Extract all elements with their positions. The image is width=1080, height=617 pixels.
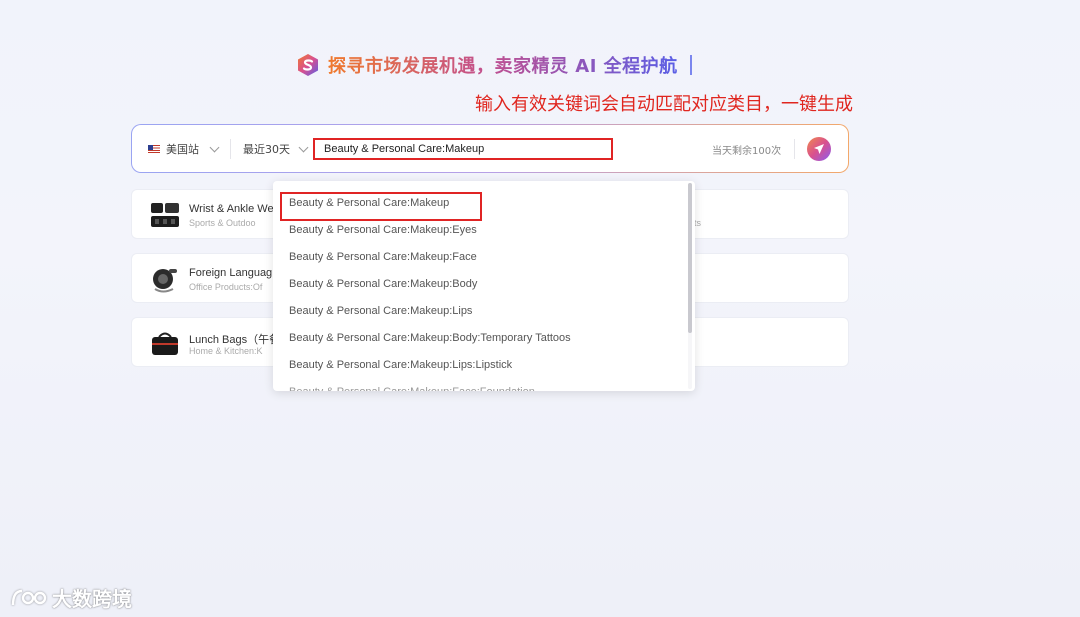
suggestion-item[interactable]: Beauty & Personal Care:Makeup:Eyes bbox=[273, 217, 683, 244]
text-cursor bbox=[689, 55, 692, 75]
hero-header: 探寻市场发展机遇，卖家精灵 AI 全程护航 bbox=[296, 50, 692, 80]
site-select[interactable]: 美国站 bbox=[148, 141, 220, 157]
card-category: Sports & Outdoo bbox=[189, 218, 256, 228]
dropdown-scrollbar-thumb[interactable] bbox=[688, 183, 692, 333]
watermark-text: 大数跨境 bbox=[52, 587, 132, 611]
annotation-text: 输入有效关键词会自动匹配对应类目，一键生成 bbox=[475, 94, 853, 115]
card-title: Lunch Bags（午餐 bbox=[189, 334, 281, 346]
submit-button[interactable] bbox=[807, 137, 831, 161]
card-title: Wrist & Ankle We bbox=[189, 203, 274, 215]
suggestion-item[interactable]: Beauty & Personal Care:Makeup:Lips:Lipst… bbox=[273, 352, 683, 379]
hero-title: 探寻市场发展机遇，卖家精灵 AI 全程护航 bbox=[328, 52, 678, 78]
suggestion-item[interactable]: Beauty & Personal Care:Makeup:Body:Tempo… bbox=[273, 325, 683, 352]
chevron-down-icon bbox=[298, 142, 309, 153]
product-thumbnail bbox=[149, 327, 181, 359]
suggestion-item[interactable]: Beauty & Personal Care:Makeup:Face:Found… bbox=[273, 379, 683, 391]
product-thumbnail bbox=[149, 199, 181, 231]
watermark: 大数跨境 bbox=[10, 583, 132, 612]
card-title: Foreign Languag bbox=[189, 267, 273, 279]
send-icon bbox=[814, 144, 824, 154]
seller-sprite-logo-icon bbox=[298, 54, 318, 76]
search-bar-inner: 美国站 最近30天 当天剩余100次 bbox=[132, 125, 848, 172]
date-range-select[interactable]: 最近30天 bbox=[243, 141, 309, 157]
keyword-input[interactable] bbox=[313, 138, 613, 160]
suggestion-item[interactable]: Beauty & Personal Care:Makeup:Lips bbox=[273, 298, 683, 325]
search-bar: 美国站 最近30天 当天剩余100次 bbox=[131, 124, 849, 173]
date-range-label: 最近30天 bbox=[243, 143, 290, 156]
site-select-label: 美国站 bbox=[166, 143, 199, 156]
selected-suggestion-highlight bbox=[280, 192, 482, 221]
category-suggestion-dropdown: Beauty & Personal Care:Makeup Beauty & P… bbox=[273, 181, 695, 391]
chevron-down-icon bbox=[209, 142, 220, 153]
product-thumbnail bbox=[149, 263, 181, 295]
suggestion-item[interactable]: Beauty & Personal Care:Makeup:Face bbox=[273, 244, 683, 271]
divider bbox=[230, 139, 231, 159]
suggestion-item[interactable]: Beauty & Personal Care:Makeup:Body bbox=[273, 271, 683, 298]
watermark-logo-icon bbox=[11, 589, 47, 605]
remaining-quota: 当天剩余100次 bbox=[712, 146, 782, 157]
card-category-right: ts bbox=[694, 218, 702, 228]
us-flag-icon bbox=[148, 145, 160, 153]
card-category: Home & Kitchen:K bbox=[189, 346, 263, 356]
divider bbox=[794, 139, 795, 159]
card-category: Office Products:Of bbox=[189, 282, 263, 292]
